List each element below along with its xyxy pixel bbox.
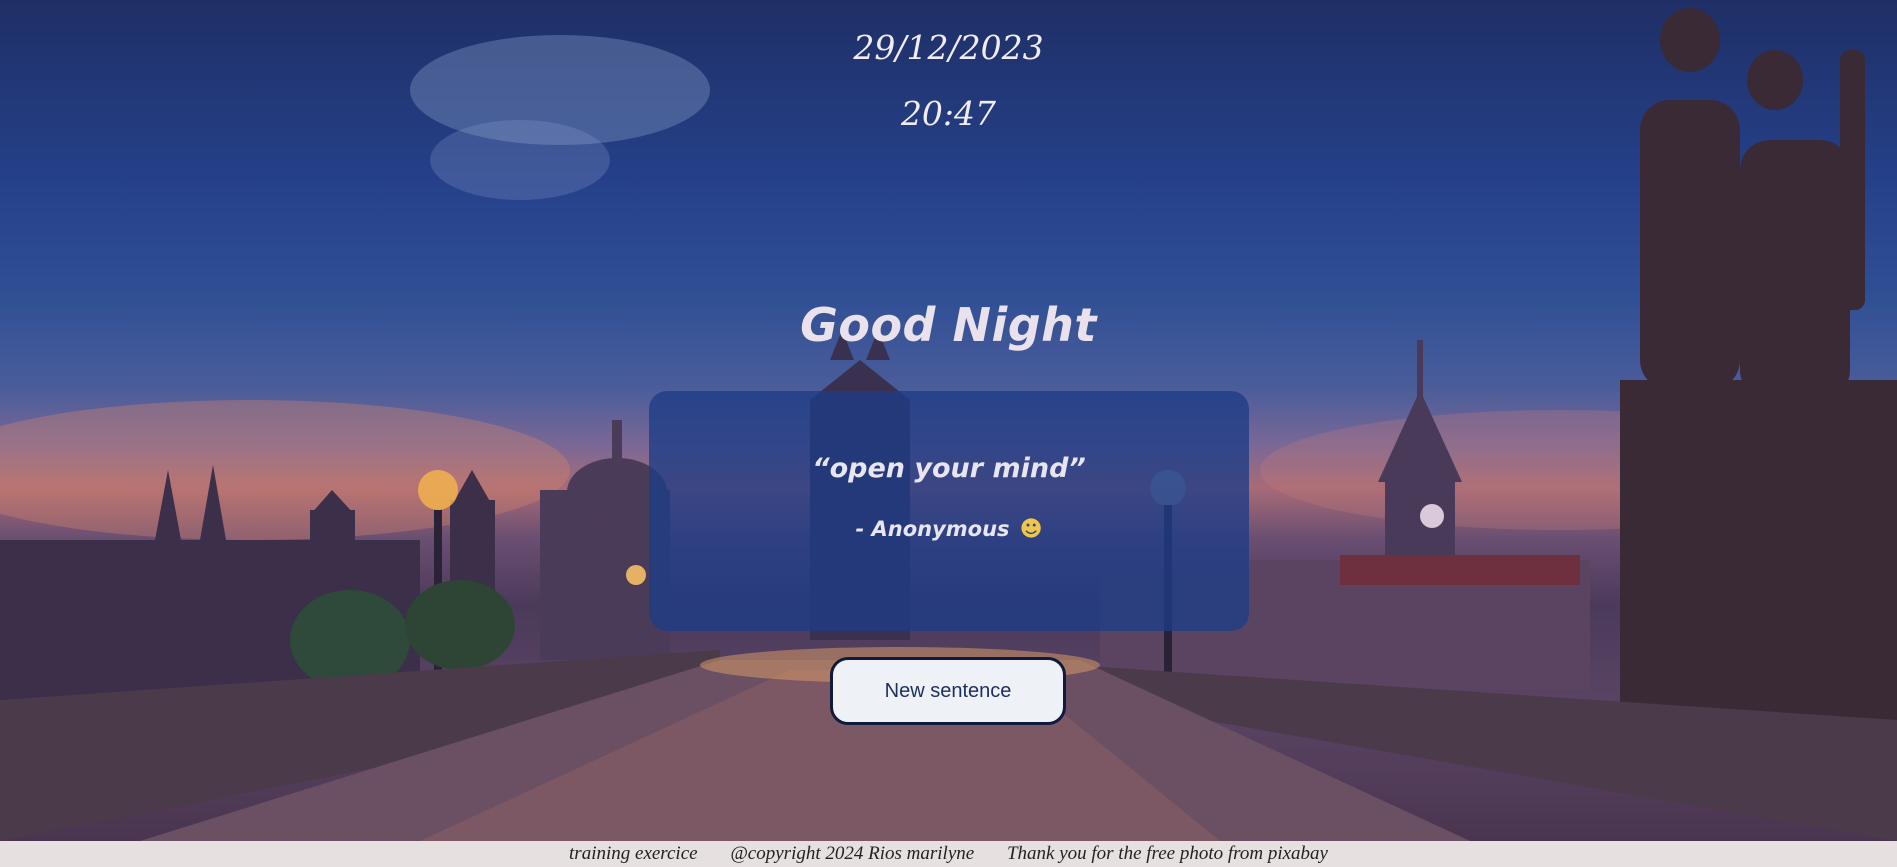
quote-text: “open your mind” bbox=[812, 453, 1086, 484]
footer: training exercice @copyright 2024 Rios m… bbox=[0, 841, 1897, 867]
performing-arts-masks-icon: ☻ bbox=[1019, 517, 1043, 542]
greeting-title: Good Night bbox=[800, 298, 1097, 352]
new-sentence-button[interactable]: New sentence bbox=[830, 657, 1066, 725]
footer-photo-credit-text: Thank you for the free photo from pixaba… bbox=[1006, 843, 1328, 864]
date-display: 29/12/2023 bbox=[853, 28, 1044, 67]
background-photo: 29/12/2023 20:47 Good Night “open your m… bbox=[0, 0, 1897, 841]
footer-copyright-text: @copyright 2024 Rios marilyne bbox=[730, 843, 975, 864]
quote-card: “open your mind” - Anonymous ☻ bbox=[649, 391, 1249, 631]
footer-training-text: training exercice bbox=[569, 843, 698, 864]
time-display: 20:47 bbox=[900, 94, 997, 133]
quote-author-line: - Anonymous ☻ bbox=[649, 517, 1249, 542]
quote-author: - Anonymous bbox=[855, 517, 1010, 541]
